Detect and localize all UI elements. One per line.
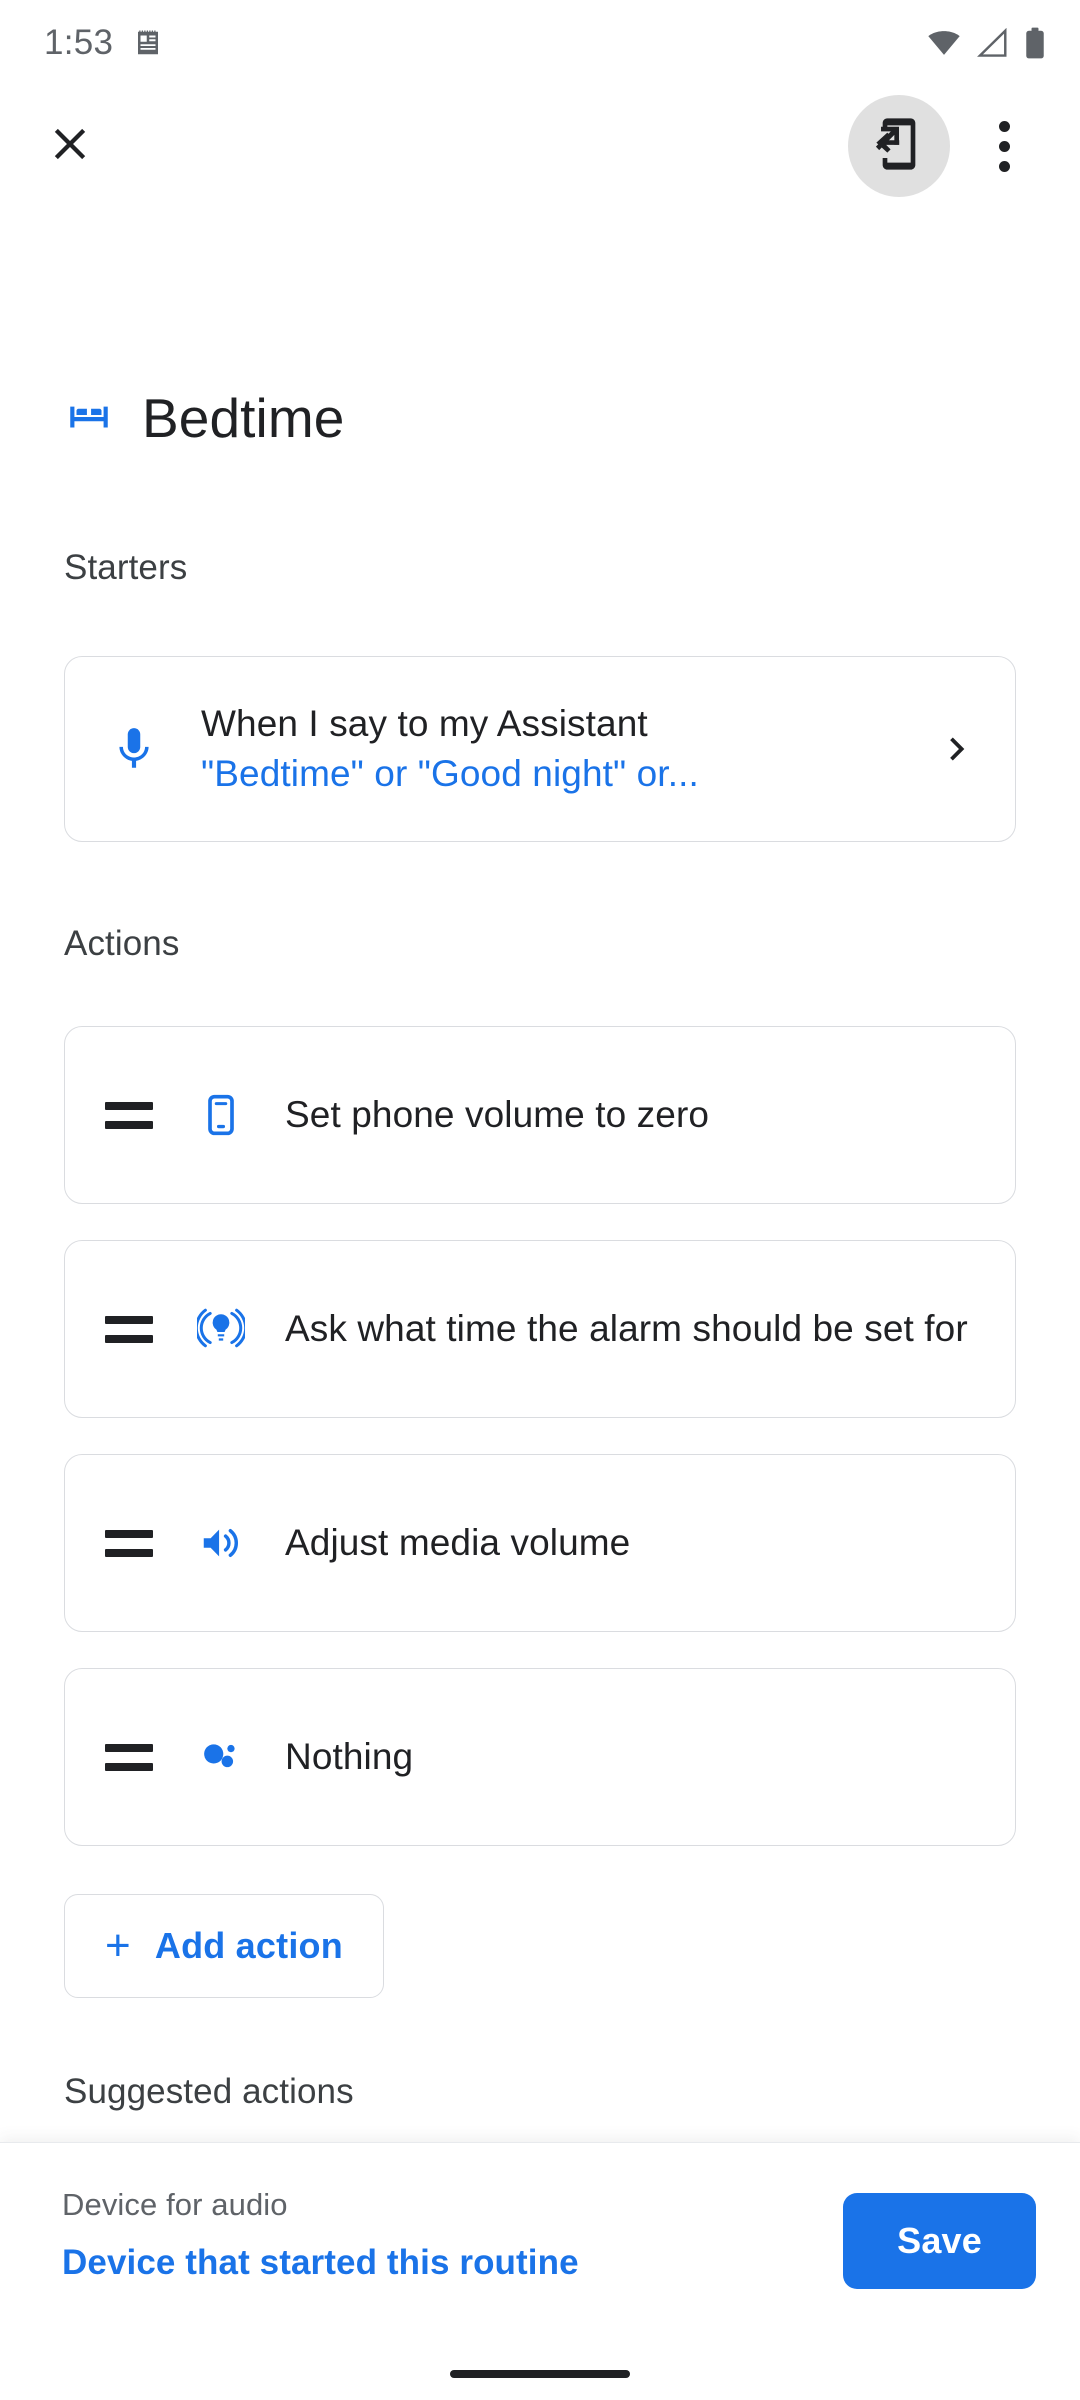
- action-label: Ask what time the alarm should be set fo…: [285, 1308, 968, 1349]
- actions-list: Set phone volume to zero Ask what time t…: [64, 1026, 1016, 1846]
- suggested-actions-section-label: Suggested actions: [64, 2072, 354, 2111]
- close-button[interactable]: [22, 98, 118, 194]
- microphone-icon: [103, 724, 165, 774]
- overflow-menu-button[interactable]: [956, 98, 1052, 194]
- device-for-audio-label: Device for audio: [62, 2187, 288, 2222]
- broadcast-icon: [191, 1305, 251, 1353]
- status-bar: 1:53: [0, 0, 1080, 86]
- notes-icon: [133, 27, 163, 59]
- add-action-button[interactable]: + Add action: [64, 1894, 384, 1998]
- routine-title-row: Bedtime: [64, 386, 1016, 450]
- status-time: 1:53: [44, 23, 114, 62]
- status-bar-right: [926, 27, 1046, 59]
- plus-icon: +: [105, 1921, 131, 1970]
- device-for-audio-value[interactable]: Device that started this routine: [62, 2243, 579, 2283]
- close-icon: [44, 118, 96, 175]
- drag-handle-icon[interactable]: [105, 1315, 153, 1343]
- page-title: Bedtime: [142, 387, 345, 449]
- top-toolbar: [0, 86, 1080, 206]
- chevron-right-icon[interactable]: [935, 726, 981, 772]
- toolbar-actions: [848, 95, 1052, 197]
- assistant-icon: [191, 1734, 251, 1780]
- battery-icon: [1024, 27, 1046, 59]
- action-row[interactable]: Ask what time the alarm should be set fo…: [64, 1240, 1016, 1418]
- action-row[interactable]: Adjust media volume: [64, 1454, 1016, 1632]
- share-to-device-button[interactable]: [848, 95, 950, 197]
- phone-icon: [191, 1093, 251, 1137]
- actions-section-label: Actions: [64, 924, 180, 963]
- volume-up-icon: [191, 1520, 251, 1566]
- save-button[interactable]: Save: [843, 2193, 1036, 2289]
- drag-handle-icon[interactable]: [105, 1743, 153, 1771]
- drag-handle-icon[interactable]: [105, 1529, 153, 1557]
- bed-icon: [64, 391, 114, 446]
- action-label: Set phone volume to zero: [285, 1094, 710, 1135]
- home-indicator: [450, 2370, 630, 2378]
- mobile-screen-share-icon: [871, 116, 927, 177]
- add-action-label: Add action: [154, 1925, 343, 1966]
- starters-section-label: Starters: [64, 548, 188, 587]
- routine-editor-screen: 1:53 Bedtime Starters When I say to my A…: [0, 0, 1080, 2400]
- drag-handle-icon[interactable]: [105, 1101, 153, 1129]
- starter-subtitle: "Bedtime" or "Good night" or...: [201, 753, 699, 794]
- more-vert-icon: [998, 120, 1010, 172]
- bottom-bar: Device for audio Device that started thi…: [0, 2142, 1080, 2400]
- device-for-audio-group: Device for audio Device that started thi…: [62, 2187, 579, 2283]
- action-label: Adjust media volume: [285, 1522, 631, 1563]
- action-row[interactable]: Nothing: [64, 1668, 1016, 1846]
- signal-icon: [976, 27, 1010, 58]
- action-label: Nothing: [285, 1736, 414, 1777]
- status-bar-left: 1:53: [44, 23, 163, 63]
- starter-card[interactable]: When I say to my Assistant "Bedtime" or …: [64, 656, 1016, 842]
- scroll-content: Bedtime Starters When I say to my Assist…: [0, 206, 1080, 2126]
- action-row[interactable]: Set phone volume to zero: [64, 1026, 1016, 1204]
- starter-title: When I say to my Assistant: [201, 703, 648, 745]
- wifi-icon: [926, 29, 962, 57]
- starter-texts: When I say to my Assistant "Bedtime" or …: [201, 699, 915, 799]
